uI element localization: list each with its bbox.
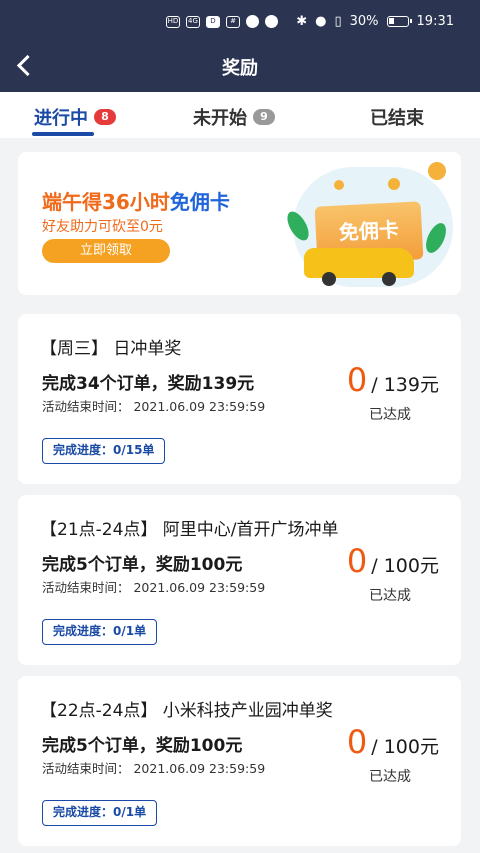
claim-button[interactable]: 立即领取: [42, 239, 170, 263]
battery-percent: 30%: [349, 14, 379, 29]
bluetooth-icon: ✱: [296, 14, 308, 29]
banner-title-orange: 端午得36小时: [42, 190, 170, 214]
status-right: ✱ ● ▯ 30% 19:31: [296, 14, 454, 29]
tab-ended[interactable]: 已结束: [370, 104, 424, 130]
tab-label: 未开始: [193, 108, 247, 129]
banner-illustration: 免佣卡: [268, 162, 458, 290]
reached-label: 已达成: [369, 407, 411, 423]
reward-score: 0 / 100元: [347, 545, 439, 578]
status-icons: HD 4G D #: [166, 15, 278, 28]
target-amount: / 100元: [371, 555, 439, 577]
car-icon: [304, 248, 414, 286]
target-amount: / 139元: [371, 374, 439, 396]
app-icon: #: [226, 15, 240, 28]
message-icon: [265, 15, 278, 28]
count-badge: 9: [253, 109, 275, 125]
app-d-icon: D: [206, 15, 220, 28]
end-time: 活动结束时间： 2021.06.09 23:59:59: [42, 761, 266, 776]
end-time: 活动结束时间： 2021.06.09 23:59:59: [42, 399, 266, 414]
reward-tag: 【22点-24点】 小米科技产业园冲单奖: [40, 701, 333, 721]
tab-label: 进行中: [34, 108, 88, 129]
banner-subtitle: 好友助力可砍至0元: [42, 219, 163, 235]
location-icon: ●: [315, 14, 327, 29]
tab-not-started[interactable]: 未开始 9: [193, 104, 275, 130]
banner-title: 端午得36小时免佣卡: [42, 186, 230, 215]
reward-card[interactable]: 【周三】 日冲单奖 完成34个订单，奖励139元 活动结束时间： 2021.06…: [18, 314, 461, 484]
reward-score: 0 / 139元: [347, 364, 439, 397]
reward-description: 完成5个订单，奖励100元: [42, 736, 243, 756]
status-bar: HD 4G D # ✱ ● ▯ 30% 19:31: [0, 0, 480, 44]
battery-icon: [386, 16, 412, 27]
current-count: 0: [346, 542, 368, 580]
reward-score: 0 / 100元: [347, 726, 439, 759]
active-tab-indicator: [32, 132, 94, 136]
reward-description: 完成5个订单，奖励100元: [42, 555, 243, 575]
promo-banner[interactable]: 端午得36小时免佣卡 好友助力可砍至0元 立即领取 免佣卡: [18, 152, 461, 295]
signal-icon: 4G: [186, 15, 200, 28]
wechat-icon: [246, 15, 259, 28]
reward-card[interactable]: 【21点-24点】 阿里中心/首开广场冲单 完成5个订单，奖励100元 活动结束…: [18, 495, 461, 665]
count-badge: 8: [94, 109, 116, 125]
target-amount: / 100元: [371, 736, 439, 758]
reward-tag: 【21点-24点】 阿里中心/首开广场冲单: [40, 520, 339, 540]
vibrate-icon: ▯: [334, 14, 342, 29]
reached-label: 已达成: [369, 769, 411, 785]
top-bar: HD 4G D # ✱ ● ▯ 30% 19:31 奖励: [0, 0, 480, 92]
coin-icon: [428, 162, 446, 180]
coin-icon: [334, 180, 344, 190]
clock: 19:31: [416, 14, 454, 29]
tab-in-progress[interactable]: 进行中 8: [34, 104, 116, 130]
reached-label: 已达成: [369, 588, 411, 604]
progress-badge: 完成进度：0/1单: [42, 800, 158, 826]
reward-description: 完成34个订单，奖励139元: [42, 374, 255, 394]
progress-badge: 完成进度：0/15单: [42, 438, 166, 464]
current-count: 0: [346, 723, 368, 761]
reward-card[interactable]: 【22点-24点】 小米科技产业园冲单奖 完成5个订单，奖励100元 活动结束时…: [18, 676, 461, 846]
progress-badge: 完成进度：0/1单: [42, 619, 158, 645]
banner-title-blue: 免佣卡: [169, 190, 230, 214]
page-title: 奖励: [222, 58, 258, 79]
tab-bar: 进行中 8 未开始 9 已结束: [0, 92, 480, 138]
end-time: 活动结束时间： 2021.06.09 23:59:59: [42, 580, 266, 595]
coin-icon: [388, 178, 400, 190]
tab-label: 已结束: [370, 108, 424, 129]
hd-icon: HD: [166, 15, 180, 28]
current-count: 0: [346, 361, 368, 399]
reward-tag: 【周三】 日冲单奖: [40, 339, 182, 359]
